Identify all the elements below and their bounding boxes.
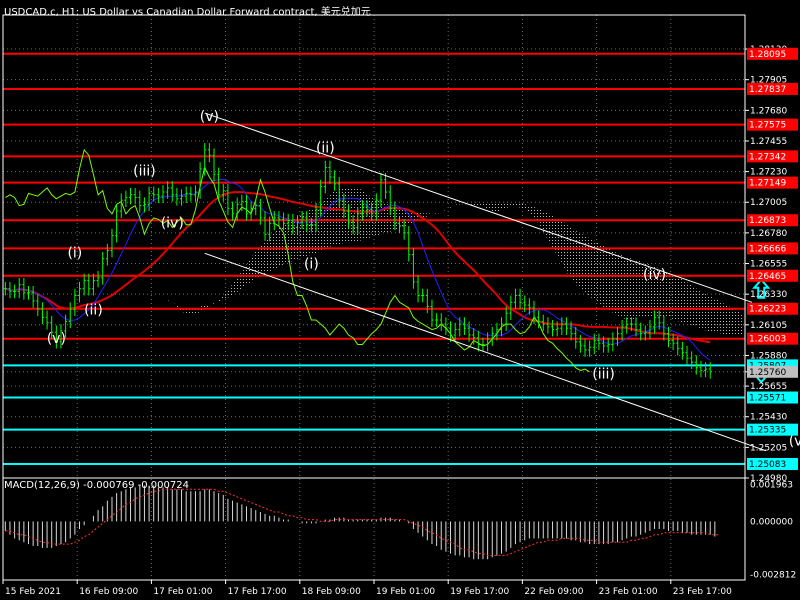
ichimoku-cloud — [125, 187, 743, 336]
price-tag-label: 1.25335 — [749, 426, 786, 436]
time-tick-label: 17 Feb 17:00 — [228, 587, 287, 597]
price-tick-label: 1.25430 — [750, 413, 787, 423]
price-tick-label: 1.26105 — [750, 321, 787, 331]
price-tag-label: 1.27342 — [749, 152, 786, 162]
time-tick-label: 22 Feb 09:00 — [524, 587, 583, 597]
wave-label: (i) — [304, 256, 319, 272]
price-tag-label: 1.26666 — [749, 244, 786, 254]
time-tick-label: 23 Feb 17:00 — [673, 587, 732, 597]
wave-label: (v) — [200, 109, 219, 125]
time-axis: 15 Feb 2021 16 Feb 09:00 17 Feb 01:00 17 Fe… — [2, 580, 732, 597]
price-panel-border — [2, 14, 746, 479]
price-tag-label: 1.26873 — [749, 216, 786, 226]
wave-label: (iii) — [133, 164, 156, 180]
price-tick-label: 1.25655 — [750, 382, 787, 392]
time-tick-label: 18 Feb 09:00 — [302, 587, 361, 597]
price-tag-label: 1.26003 — [749, 335, 786, 345]
time-tick-label: 19 Feb 01:00 — [376, 587, 435, 597]
wave-label: (iv) — [643, 267, 666, 283]
price-tick-label: 1.27680 — [750, 106, 787, 116]
time-tick-label: 19 Feb 17:00 — [450, 587, 509, 597]
wave-label: (iii) — [592, 367, 615, 383]
price-tick-label: 1.26780 — [750, 229, 787, 239]
wave-label: (ii) — [316, 141, 335, 157]
price-tag-label: 1.25083 — [749, 460, 786, 470]
wave-label: (i) — [67, 245, 82, 261]
price-tag-label: 1.25760 — [749, 368, 786, 378]
price-tag-label: 1.27149 — [749, 179, 786, 189]
macd-panel-border — [2, 477, 746, 581]
macd-tick-label: 0.001963 — [750, 480, 793, 490]
macd-tick-label: 0.000000 — [750, 517, 793, 527]
chart-title: USDCAD.c, H1: US Dollar vs Canadian Doll… — [4, 7, 371, 18]
wave-label: (ii) — [84, 303, 103, 319]
price-tag-label: 1.26465 — [749, 272, 786, 282]
price-tag-label: 1.27837 — [749, 85, 786, 95]
macd-title: MACD(12,26,9) -0.000769 -0.000724 — [4, 480, 189, 491]
time-tick-label: 15 Feb 2021 — [5, 587, 61, 597]
time-tick-label: 16 Feb 09:00 — [79, 587, 138, 597]
chart-canvas[interactable]: (v) (iii) (iv) (ii) (i) (i) (ii) (v) (iii) (iv) (v… — [0, 0, 800, 600]
price-tag-label: 1.27575 — [749, 121, 786, 131]
time-tick-label: 23 Feb 01:00 — [599, 587, 658, 597]
price-tick-label: 1.27005 — [750, 198, 787, 208]
wave-label: (v) — [47, 331, 66, 347]
macd-panel — [4, 485, 720, 560]
price-tick-label: 1.25205 — [750, 443, 787, 453]
wave-label: (v) — [789, 433, 800, 449]
price-tag-label: 1.25571 — [749, 394, 786, 404]
macd-tick-label: -0.002812 — [750, 571, 796, 581]
price-axis: 1.281301.279051.276801.274551.272301.270… — [745, 45, 798, 581]
price-tick-label: 1.26555 — [750, 260, 787, 270]
price-tag-label: 1.28095 — [749, 50, 786, 60]
price-tick-label: 1.27455 — [750, 137, 787, 147]
price-tag-label: 1.26223 — [749, 305, 786, 315]
price-tick-label: 1.27230 — [750, 168, 787, 178]
cloud-area — [125, 187, 743, 336]
time-tick-label: 17 Feb 01:00 — [153, 587, 212, 597]
wave-label: (iv) — [161, 215, 184, 231]
price-tick-label: 1.26330 — [750, 290, 787, 300]
